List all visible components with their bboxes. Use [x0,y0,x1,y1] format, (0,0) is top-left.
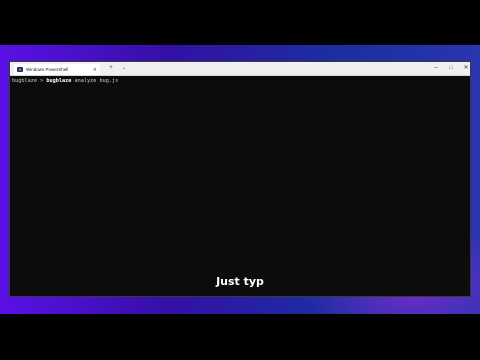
tab-close-icon[interactable]: × [93,67,97,73]
terminal-window: > Windows PowerShell × + ⌄ – □ ✕ bugblaz… [9,61,471,297]
tab-windows-powershell[interactable]: > Windows PowerShell × [14,64,100,75]
video-caption: Just typ [216,275,264,288]
new-tab-button[interactable]: + [106,64,116,73]
command-name: bugblaze [46,78,72,84]
minimize-button[interactable]: – [431,64,441,73]
terminal-output[interactable]: bugblaze > bugblaze analyze bug.js [12,78,468,84]
video-frame: > Windows PowerShell × + ⌄ – □ ✕ bugblaz… [0,45,480,314]
title-bar: > Windows PowerShell × + ⌄ – □ ✕ [10,62,470,76]
chevron-down-icon[interactable]: ⌄ [119,64,129,73]
close-button[interactable]: ✕ [461,64,471,73]
command-arguments: analyze bug.js [71,78,119,84]
maximize-button[interactable]: □ [446,64,456,73]
powershell-icon: > [17,67,23,72]
tab-title: Windows PowerShell [26,67,69,72]
shell-prompt: bugblaze > [12,78,47,84]
